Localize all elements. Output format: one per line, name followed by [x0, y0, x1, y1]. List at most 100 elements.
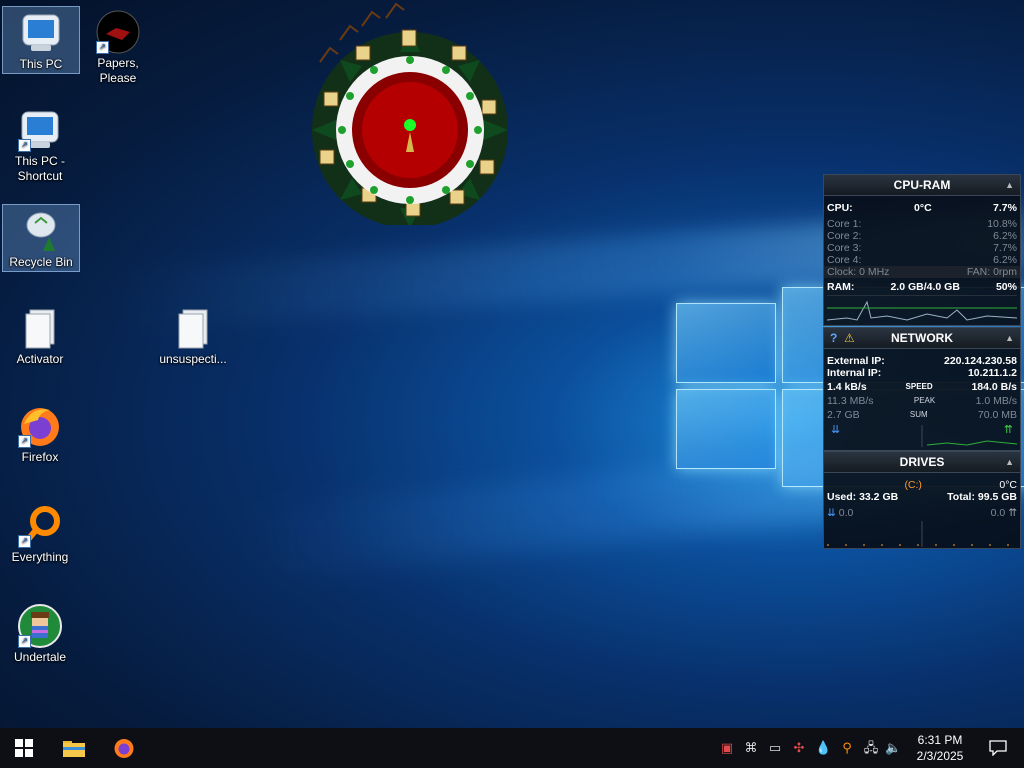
cpu-ram-gadget[interactable]: CPU-RAM ▲ CPU: 0°C 7.7% Core 1: 10.8% Cor… [823, 174, 1021, 326]
drive-usage-row: Used: 33.2 GB Total: 99.5 GB [824, 491, 1020, 503]
puzzle-tray-icon[interactable]: ✣ [791, 740, 807, 756]
drive-row: (C:) 0°C [824, 479, 1020, 491]
firefox-icon [114, 739, 134, 758]
network-header: ? ⚠ NETWORK ▲ [824, 328, 1020, 349]
computer-monitor-icon [19, 11, 63, 55]
sum-label: SUM [909, 410, 928, 419]
read-arrow-icon: ⇊ [827, 507, 836, 519]
warning-icon: ⚠ [844, 331, 855, 345]
drives-header: DRIVES ▲ [824, 452, 1020, 473]
help-icon[interactable]: ? [830, 328, 837, 348]
drive-total: Total: 99.5 GB [947, 491, 1017, 503]
windows-logo-icon [15, 739, 33, 757]
file-icon [18, 306, 62, 350]
core-row: Core 2: 6.2% [824, 230, 1020, 242]
gadget-title: NETWORK [891, 331, 953, 345]
desktop-icon-this-pc-shortcut[interactable]: ↗ This PC - Shortcut [2, 104, 78, 184]
core-value: 6.2% [993, 230, 1017, 242]
desktop-icon-everything[interactable]: ↗ Everything [2, 500, 78, 565]
cpu-ram-history-graph [826, 295, 1018, 322]
ram-row: RAM: 2.0 GB/4.0 GB 50% [824, 281, 1020, 293]
magnifier-icon: ↗ [18, 504, 62, 548]
desktop-icon-label: unsuspecti... [159, 352, 227, 366]
collapse-icon[interactable]: ▲ [1005, 452, 1014, 472]
cpu-temperature: 0°C [914, 202, 932, 214]
desktop-icon-label: Recycle Bin [9, 255, 73, 269]
file-icon [171, 306, 215, 350]
cpu-usage: 7.7% [993, 202, 1017, 214]
external-ip-label: External IP: [827, 355, 885, 367]
droplet-tray-icon[interactable]: 💧 [815, 740, 831, 756]
download-sum: 2.7 GB [827, 409, 860, 421]
app-tray-icon[interactable]: ⌘ [743, 740, 759, 756]
peak-row: 11.3 MB/s PEAK 1.0 MB/s [824, 395, 1020, 407]
desktop-icon-undertale[interactable]: ↗ Undertale [2, 600, 78, 665]
monitor-error-tray-icon[interactable]: ▭ [767, 740, 783, 756]
drive-read-rate: 0.0 [838, 507, 854, 519]
core-label: Core 1: [827, 218, 862, 230]
network-gadget[interactable]: ? ⚠ NETWORK ▲ External IP: 220.124.230.5… [823, 327, 1021, 451]
desktop-icon-this-pc[interactable]: This PC [2, 6, 80, 74]
clock-fan-row: Clock: 0 MHz FAN: 0rpm [824, 266, 1020, 278]
desktop-icon-firefox[interactable]: ↗ Firefox [2, 400, 78, 465]
core-row: Core 4: 6.2% [824, 254, 1020, 266]
core-label: Core 2: [827, 230, 862, 242]
collapse-icon[interactable]: ▲ [1005, 175, 1014, 195]
system-clock[interactable]: 6:31 PM 2/3/2025 [905, 732, 975, 764]
shortcut-arrow-icon: ↗ [18, 535, 31, 548]
taskbar: ▣ ⌘ ▭ ✣ 💧 ⚲ 🖧 🔈 6:31 PM 2/3/2025 [0, 728, 1024, 768]
gift-tray-icon[interactable]: ▣ [719, 740, 735, 756]
gadget-title: DRIVES [899, 455, 945, 469]
everything-search-tray-icon[interactable]: ⚲ [839, 740, 855, 756]
drive-letter: (C:) [904, 479, 922, 491]
desktop-icon-activator[interactable]: Activator [2, 302, 78, 367]
desktop-icon-recycle-bin[interactable]: Recycle Bin [2, 204, 80, 272]
undertale-character-icon: ↗ [18, 604, 62, 648]
recycle-bin-icon [19, 209, 63, 253]
desktop-icon-unsuspecti[interactable]: unsuspecti... [155, 302, 231, 367]
drives-gadget[interactable]: DRIVES ▲ (C:) 0°C Used: 33.2 GB Total: 9… [823, 451, 1021, 549]
action-center-button[interactable] [974, 728, 1022, 768]
desktop-icon-label: Firefox [21, 450, 59, 464]
network-history-graph: ⇊ ⇈ [827, 423, 1017, 447]
start-button[interactable] [0, 728, 48, 768]
clock-time: 6:31 PM [917, 733, 963, 747]
write-arrow-icon: ⇈ [1008, 507, 1017, 519]
desktop-icon-papers-please[interactable]: ↗ Papers, Please [80, 6, 156, 86]
cpu-row: CPU: 0°C 7.7% [824, 202, 1020, 214]
desktop-icon-label: Activator [16, 352, 64, 366]
core-value: 10.8% [987, 218, 1017, 230]
desktop-icon-label: Everything [11, 550, 69, 564]
core-row: Core 3: 7.7% [824, 242, 1020, 254]
drive-used: Used: 33.2 GB [827, 491, 899, 503]
drive-activity-graph [827, 521, 1017, 547]
cpu-clock: Clock: 0 MHz [827, 266, 890, 278]
external-ip-value: 220.124.230.58 [944, 355, 1017, 367]
download-speed: 1.4 kB/s [827, 381, 867, 393]
firefox-icon: ↗ [18, 404, 62, 448]
speed-row: 1.4 kB/s SPEED 184.0 B/s [824, 381, 1020, 393]
download-peak: 11.3 MB/s [827, 395, 874, 407]
file-explorer-taskbar-button[interactable] [50, 728, 98, 768]
desktop-icon-label: Undertale [13, 650, 67, 664]
christmas-wreath-clock-icon[interactable] [290, 0, 520, 225]
core-label: Core 3: [827, 242, 862, 254]
shortcut-arrow-icon: ↗ [18, 139, 31, 152]
upload-peak: 1.0 MB/s [975, 395, 1017, 407]
core-label: Core 4: [827, 254, 862, 266]
cpu-label: CPU: [827, 202, 853, 214]
core-value: 7.7% [993, 242, 1017, 254]
firefox-taskbar-button[interactable] [100, 728, 148, 768]
volume-muted-tray-icon[interactable]: 🔈 [885, 740, 901, 756]
gadget-title: CPU-RAM [893, 178, 951, 192]
clock-date: 2/3/2025 [916, 749, 964, 763]
desktop-icon-label: This PC [19, 57, 63, 71]
computer-monitor-icon: ↗ [18, 108, 62, 152]
drive-temperature: 0°C [999, 479, 1017, 491]
desktop-icon-label: This PC - Shortcut [14, 154, 65, 183]
notification-icon [989, 740, 1007, 756]
fan-speed: FAN: 0rpm [966, 266, 1017, 278]
network-tray-icon[interactable]: 🖧 [863, 740, 879, 756]
collapse-icon[interactable]: ▲ [1005, 328, 1014, 348]
ram-percent: 50% [995, 281, 1017, 293]
